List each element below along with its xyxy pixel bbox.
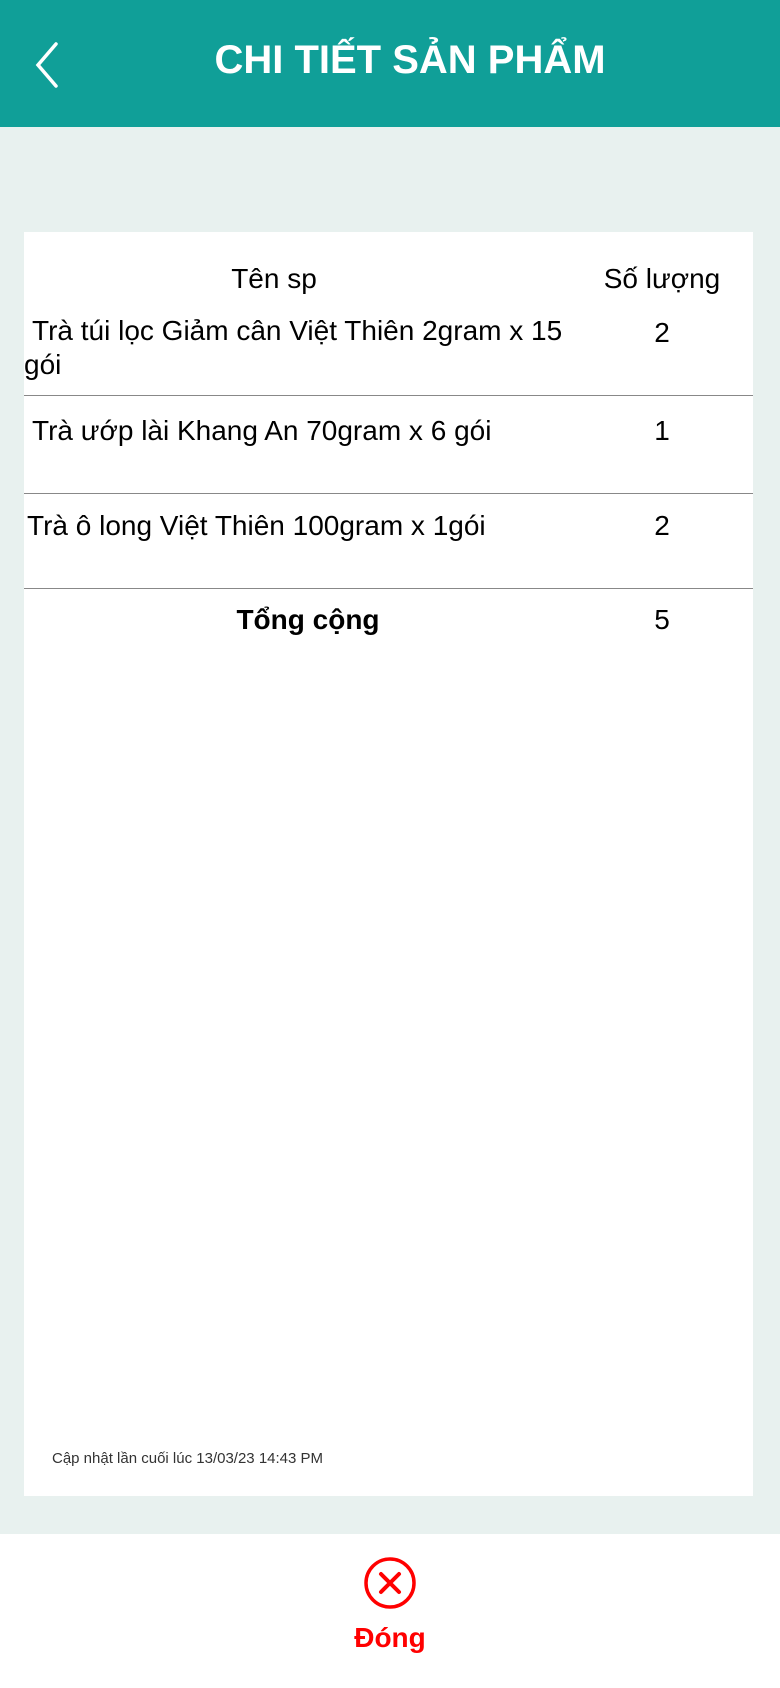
row-divider [24,395,753,396]
total-value: 5 [654,604,670,635]
close-label: Đóng [354,1622,426,1653]
row-divider [24,493,753,494]
close-button[interactable]: Đóng [0,1556,780,1654]
row-divider [24,588,753,589]
product-name: Trà túi lọc Giảm cân Việt Thiên 2gram x … [24,315,563,380]
product-name: Trà ướp lài Khang An 70gram x 6 gói [32,415,492,446]
product-table-card: Tên sp Số lượng Trà túi lọc Giảm cân Việ… [24,232,753,1496]
column-header-name: Tên sp [231,263,317,294]
total-label: Tổng cộng [236,604,380,635]
product-qty: 1 [654,415,670,446]
product-qty: 2 [654,510,670,541]
product-name: Trà ô long Việt Thiên 100gram x 1gói [27,510,486,541]
page-title: CHI TIẾT SẢN PHẨM [214,38,606,82]
app-header: CHI TIẾT SẢN PHẨM [0,0,780,127]
last-updated-text: Cập nhật lần cuối lúc 13/03/23 14:43 PM [52,1450,324,1467]
column-header-qty: Số lượng [603,263,721,294]
circle-x-icon [364,1557,416,1609]
product-qty: 2 [654,317,670,348]
